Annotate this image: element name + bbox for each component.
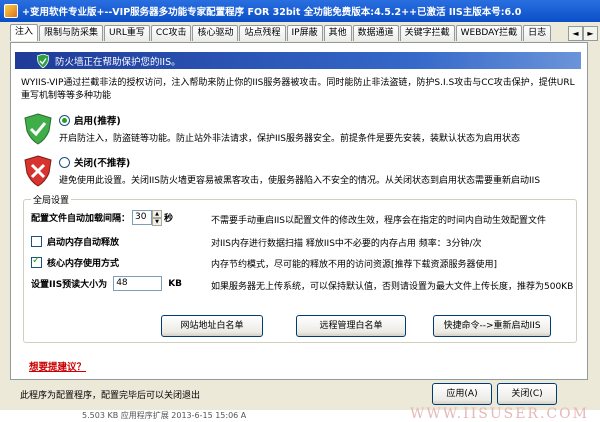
disable-desc: 避免使用此设置。关闭IIS防火墙更容易被黑客攻击，使服务器陷入不安全的情况。从关… xyxy=(59,176,541,186)
reload-interval-input[interactable]: 30 xyxy=(132,210,153,225)
upload-size-input[interactable]: 48 xyxy=(113,276,163,291)
upload-size-row: 设置IIS预读大小为 48 KB xyxy=(31,276,182,291)
tab-8[interactable]: 数据通道 xyxy=(352,25,399,41)
enable-radio[interactable]: 启用(推荐) xyxy=(59,113,520,127)
reload-interval-label: 配置文件自动加载间隔： xyxy=(31,214,131,224)
apply-button[interactable]: 应用(A) xyxy=(432,383,492,405)
tab-1[interactable]: 限制与防采集 xyxy=(39,25,104,41)
core-mem-checkbox[interactable] xyxy=(31,255,42,268)
background-file-row: 5.503 KB 应用程序扩展 2013-6-15 15:06 A xyxy=(82,411,247,420)
reload-interval-unit: 秒 xyxy=(164,214,174,224)
tab-2[interactable]: URL重写 xyxy=(104,25,150,41)
close-button[interactable]: 关闭(C) xyxy=(497,383,557,405)
injection-panel: 防火墙正在帮助保护您的IIS。 WYIIS-VIP通过拦截非法的授权访问，注入帮… xyxy=(10,42,588,380)
core-mem-desc: 内存节约模式，尽可能的释放不用的访问资源[推荐下载资源服务器使用] xyxy=(211,260,498,270)
app-icon xyxy=(4,4,18,18)
tab-10[interactable]: WEBDAY拦截 xyxy=(455,25,523,41)
enable-radio-dot[interactable] xyxy=(59,114,70,126)
background-explorer-strip: 5.503 KB 应用程序扩展 2013-6-15 15:06 A WWW.II… xyxy=(0,406,600,422)
disable-option: 关闭(不推荐) 避免使用此设置。关闭IIS防火墙更容易被黑客攻击，使服务器陷入不… xyxy=(23,155,540,187)
tab-3[interactable]: CC攻击 xyxy=(150,25,192,41)
reload-interval-stepper[interactable]: 30 ▲ ▼ xyxy=(132,210,163,226)
status-text: 此程序为配置程序，配置完毕后可以关闭退出 xyxy=(20,391,201,401)
remote-whitelist-button[interactable]: 远程管理白名单 xyxy=(296,315,406,337)
watermark: WWW.IISUSER.COM xyxy=(410,406,589,422)
shield-check-icon xyxy=(24,113,52,145)
upload-size-label: 设置IIS预读大小为 xyxy=(31,280,108,290)
tab-0[interactable]: 注入 xyxy=(10,24,39,41)
core-mem-label: 核心内存使用方式 xyxy=(47,259,120,269)
status-bar: 此程序为配置程序，配置完毕后可以关闭退出 应用(A) 关闭(C) xyxy=(0,378,600,408)
upload-size-unit: KB xyxy=(168,278,183,289)
tab-scroll-left-button[interactable]: ◄ xyxy=(568,26,583,41)
reload-interval-desc: 不需要手动重启IIS以配置文件的修改生效，程序会在指定的时间内自动生效配置文件 xyxy=(211,216,547,226)
site-whitelist-button[interactable]: 网站地址白名单 xyxy=(161,315,263,337)
tab-9[interactable]: 关键字拦截 xyxy=(399,25,455,41)
shield-x-icon xyxy=(24,155,52,187)
tab-6[interactable]: IP屏蔽 xyxy=(286,25,323,41)
tab-7[interactable]: 其他 xyxy=(323,25,352,41)
autofree-desc: 对IIS内存进行数据扫描 释放IIS中不必要的内存占用 频率：3分钟/次 xyxy=(211,239,482,249)
tab-11[interactable]: 日志 xyxy=(523,25,552,41)
global-settings-legend: 全局设置 xyxy=(31,193,72,206)
banner-text: 防火墙正在帮助保护您的IIS。 xyxy=(55,56,181,68)
spin-up-icon[interactable]: ▲ xyxy=(152,210,163,218)
window-title: +变用软件专业版+--VIP服务器多功能专家配置程序 FOR 32bit 全功能… xyxy=(22,7,522,18)
disable-label: 关闭(不推荐) xyxy=(74,158,131,169)
restart-iis-button[interactable]: 快捷命令-->重新启动IIS xyxy=(433,315,551,337)
autofree-label: 启动内存自动释放 xyxy=(47,238,120,248)
autofree-row[interactable]: 启动内存自动释放 xyxy=(31,235,119,248)
tab-5[interactable]: 站点残程 xyxy=(239,25,286,41)
tab-4[interactable]: 核心驱动 xyxy=(192,25,239,41)
suggestion-link[interactable]: 想要提建议？ xyxy=(29,359,86,373)
firewall-banner: 防火墙正在帮助保护您的IIS。 xyxy=(15,52,581,69)
disable-radio[interactable]: 关闭(不推荐) xyxy=(59,155,540,169)
reload-interval-row: 配置文件自动加载间隔： 30 ▲ ▼ 秒 xyxy=(31,210,174,226)
tab-scroll: ◄ ► xyxy=(568,26,598,41)
tab-scroll-right-button[interactable]: ► xyxy=(583,26,598,41)
core-mem-row[interactable]: 核心内存使用方式 xyxy=(31,255,120,269)
tab-bar: 注入 限制与防采集 URL重写 CC攻击 核心驱动 站点残程 IP屏蔽 其他 数据通道 关键字拦截… xyxy=(10,24,552,42)
intro-text: WYIIS-VIP通过拦截非法的授权访问，注入帮助来防止你的IIS服务器被攻击。… xyxy=(21,78,575,101)
upload-size-desc: 如果服务器无上传系统，可以保持默认值，否则请设置为最大文件上传长度，推荐为500… xyxy=(211,282,574,292)
shield-icon xyxy=(37,53,49,68)
app-window: +变用软件专业版+--VIP服务器多功能专家配置程序 FOR 32bit 全功能… xyxy=(0,0,600,410)
enable-label: 启用(推荐) xyxy=(74,116,121,127)
autofree-checkbox[interactable] xyxy=(31,236,42,247)
disable-radio-dot[interactable] xyxy=(59,156,70,168)
title-bar[interactable]: +变用软件专业版+--VIP服务器多功能专家配置程序 FOR 32bit 全功能… xyxy=(0,0,600,22)
enable-option: 启用(推荐) 开启防注入，防盗链等功能。防止站外非法请求，保护IIS服务器安全。… xyxy=(23,113,520,145)
spin-down-icon[interactable]: ▼ xyxy=(152,218,163,226)
enable-desc: 开启防注入，防盗链等功能。防止站外非法请求，保护IIS服务器安全。前提条件是要先… xyxy=(59,134,521,144)
